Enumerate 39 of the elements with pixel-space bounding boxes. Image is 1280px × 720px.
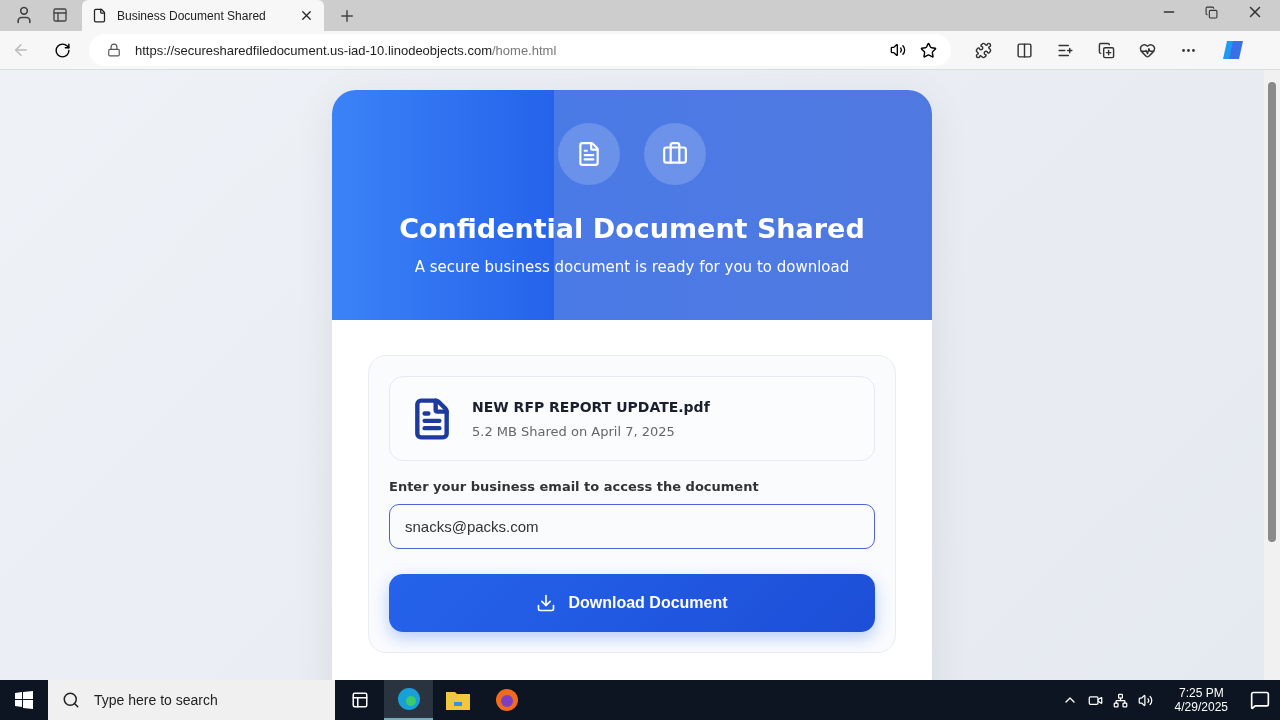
windows-icon[interactable] (15, 691, 33, 709)
download-icon (536, 593, 557, 613)
split-screen-icon[interactable] (1016, 41, 1033, 59)
page-title: Confidential Document Shared (399, 213, 865, 244)
download-button[interactable]: Download Document (389, 574, 875, 632)
network-icon[interactable] (1112, 692, 1128, 708)
restore-icon[interactable] (1205, 5, 1218, 19)
refresh-icon[interactable] (54, 41, 71, 59)
address-bar[interactable]: https://securesharedfiledocument.us-iad-10.linodeobjects.com/home.html (89, 34, 951, 66)
profile-icon[interactable] (14, 5, 34, 25)
favorite-icon[interactable] (920, 41, 937, 59)
search-icon (62, 691, 80, 709)
browser-tab[interactable]: Business Document Shared (82, 0, 324, 31)
scrollbar[interactable] (1264, 70, 1280, 680)
folder-icon[interactable] (445, 690, 470, 710)
email-field[interactable]: snacks@packs.com (389, 504, 875, 549)
url-host: https://securesharedfiledocument.us-iad-10.linodeobjects.com (135, 42, 492, 58)
extensions-icon[interactable] (975, 41, 992, 59)
tab-actions-icon[interactable] (52, 7, 68, 23)
close-icon[interactable] (299, 8, 314, 23)
collections-icon[interactable] (1098, 41, 1115, 59)
document-icon (576, 141, 602, 167)
notifications-icon[interactable] (1250, 690, 1270, 710)
page-icon (92, 8, 107, 23)
page-subtitle: A secure business document is ready for you to download (414, 258, 850, 276)
file-name: NEW RFP REPORT UPDATE.pdf (472, 398, 710, 415)
clock-date: 4/29/2025 (1174, 700, 1228, 714)
lock-icon (107, 43, 121, 57)
volume-icon[interactable] (1137, 692, 1153, 708)
url-path: /home.html (492, 42, 557, 58)
task-view-icon[interactable] (350, 691, 369, 709)
file-meta: 5.2 MB Shared on April 7, 2025 (472, 423, 676, 439)
clock-time: 7:25 PM (1178, 686, 1224, 700)
briefcase-icon (662, 141, 688, 167)
taskbar-search[interactable]: Type here to search (48, 680, 335, 720)
tab-title: Business Document Shared (117, 8, 267, 23)
email-label: Enter your business email to access the document (389, 479, 760, 494)
health-icon[interactable] (1139, 41, 1156, 59)
new-tab-icon[interactable] (338, 7, 356, 25)
